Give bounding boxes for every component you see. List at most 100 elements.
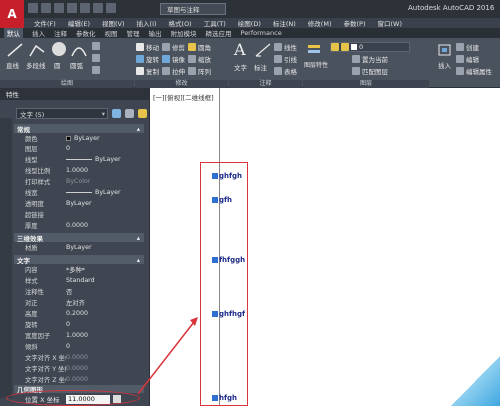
modify-panel-label[interactable]: 修改 (135, 80, 228, 88)
text-entity[interactable]: hfgh (212, 394, 237, 402)
palette-side-strip[interactable] (0, 118, 12, 398)
redo-icon[interactable] (106, 3, 116, 13)
match-layer-button[interactable]: 匹配图层 (352, 66, 388, 76)
prop-row-align-z[interactable]: 文字对齐 Z 坐标0.0000 (14, 375, 144, 384)
toggle-pickadd-icon[interactable] (112, 109, 121, 118)
rotate-button[interactable]: 旋转 (136, 54, 159, 64)
tab-view[interactable]: 视图 (105, 28, 118, 38)
prop-row-lineweight[interactable]: 线宽 ByLayer (14, 188, 144, 197)
save-icon[interactable] (54, 3, 64, 13)
menu-parametric[interactable]: 参数(P) (343, 18, 365, 28)
polyline-button[interactable]: 多段线 (26, 60, 46, 70)
menu-tools[interactable]: 工具(T) (204, 18, 226, 28)
circle-button[interactable]: 圆 (54, 60, 61, 70)
text-entity[interactable]: ghfgh (212, 172, 242, 180)
fillet-button[interactable]: 圆角 (188, 42, 211, 52)
prop-row-linetype[interactable]: 线型 ByLayer (14, 155, 144, 164)
copy-button[interactable]: 复制 (136, 66, 159, 76)
open-icon[interactable] (41, 3, 51, 13)
text-icon[interactable]: A (234, 40, 252, 59)
prop-row-plot-style[interactable]: 打印样式 ByColor (14, 177, 144, 186)
tab-insert[interactable]: 插入 (32, 28, 45, 38)
prop-row-layer[interactable]: 图层 0 (14, 144, 144, 153)
mirror-button[interactable]: 镜像 (162, 54, 185, 64)
text-button[interactable]: 文字 (234, 62, 247, 72)
insert-block-button[interactable]: 插入 (438, 60, 451, 70)
menu-file[interactable]: 文件(F) (34, 18, 56, 28)
make-current-button[interactable]: 置为当前 (352, 54, 388, 64)
tab-output[interactable]: 输出 (149, 28, 162, 38)
prop-row-annotative[interactable]: 注释性否 (14, 287, 144, 296)
tab-parametric[interactable]: 参数化 (76, 28, 96, 38)
line-button[interactable]: 直线 (6, 60, 19, 70)
drawing-canvas[interactable]: [一][俯视][二维线框] ghfgh gfh fhfggh ghfhgf hf… (150, 88, 500, 406)
grip-icon[interactable] (212, 257, 218, 263)
workspace-dropdown[interactable]: 草图与注释 (160, 3, 226, 15)
grip-icon[interactable] (212, 197, 218, 203)
tab-featured[interactable]: 精选应用 (206, 28, 232, 38)
select-objects-icon[interactable] (125, 109, 134, 118)
hatch-icon[interactable] (92, 54, 100, 62)
menu-dimension[interactable]: 标注(N) (273, 18, 296, 28)
prop-row-thickness[interactable]: 厚度 0.0000 (14, 221, 144, 230)
draw-extra-icon[interactable] (92, 42, 100, 50)
region-icon[interactable] (92, 66, 100, 74)
layer-dropdown[interactable]: 0 (330, 42, 410, 52)
quick-select-icon[interactable] (138, 109, 147, 118)
arc-icon[interactable] (70, 42, 88, 58)
menu-draw[interactable]: 绘图(D) (238, 18, 261, 28)
undo-icon[interactable] (93, 3, 103, 13)
prop-row-rotation[interactable]: 旋转 0 (14, 320, 144, 329)
scale-button[interactable]: 缩放 (188, 54, 211, 64)
arc-button[interactable]: 圆弧 (70, 60, 83, 70)
layer-properties-icon[interactable] (306, 42, 324, 58)
tab-addins[interactable]: 附加模块 (171, 28, 197, 38)
circle-icon[interactable] (50, 40, 68, 56)
tab-manage[interactable]: 管理 (127, 28, 140, 38)
text-entity[interactable]: ghfhgf (212, 310, 245, 318)
new-icon[interactable] (28, 3, 38, 13)
leader-button[interactable]: 引线 (274, 54, 297, 64)
prop-row-style[interactable]: 样式 Standard (14, 276, 144, 285)
prop-row-obliquing[interactable]: 倾斜 0 (14, 342, 144, 351)
prop-row-width-factor[interactable]: 宽度因子 1.0000 (14, 331, 144, 340)
array-button[interactable]: 阵列 (188, 66, 211, 76)
edit-block-button[interactable]: 编辑 (456, 54, 479, 64)
viewport-controls[interactable]: [一][俯视][二维线框] (153, 92, 214, 102)
move-button[interactable]: 移动 (136, 42, 159, 52)
prop-row-material[interactable]: 材质 ByLayer (14, 243, 144, 252)
prop-row-linetype-scale[interactable]: 线型比例 1.0000 (14, 166, 144, 175)
prop-row-hyperlink[interactable]: 超链接 (14, 210, 144, 219)
prop-row-transparency[interactable]: 透明度 ByLayer (14, 199, 144, 208)
polyline-icon[interactable] (28, 42, 46, 58)
insert-block-icon[interactable] (436, 42, 454, 58)
line-icon[interactable] (6, 42, 24, 58)
menu-view[interactable]: 视图(V) (102, 18, 125, 28)
prop-row-justify[interactable]: 对正 左对齐 (14, 298, 144, 307)
prop-row-contents[interactable]: 内容 *多种* (14, 265, 144, 274)
dimension-button[interactable]: 标注 (254, 62, 267, 72)
app-menu-button[interactable]: A (0, 0, 24, 28)
menu-window[interactable]: 窗口(W) (377, 18, 402, 28)
layers-panel-label[interactable]: 图层 (303, 80, 429, 88)
menu-edit[interactable]: 编辑(E) (68, 18, 90, 28)
dimension-icon[interactable] (254, 42, 272, 58)
prop-row-align-x[interactable]: 文字对齐 X 坐标0.0000 (14, 353, 144, 362)
layer-properties-button[interactable]: 图层特性 (304, 60, 328, 69)
grip-icon[interactable] (212, 173, 218, 179)
grip-icon[interactable] (212, 395, 218, 401)
text-entity[interactable]: fhfggh (212, 256, 245, 264)
table-button[interactable]: 表格 (274, 66, 297, 76)
trim-button[interactable]: 修剪 (162, 42, 185, 52)
section-3d-effects[interactable]: 三维效果 ▴ (14, 233, 144, 243)
menu-insert[interactable]: 插入(I) (137, 18, 157, 28)
edit-attribute-button[interactable]: 编辑属性 (456, 66, 492, 76)
menu-format[interactable]: 格式(O) (169, 18, 192, 28)
menu-modify[interactable]: 修改(M) (308, 18, 332, 28)
save-as-icon[interactable] (67, 3, 77, 13)
text-entity[interactable]: gfh (212, 196, 232, 204)
print-icon[interactable] (80, 3, 90, 13)
prop-row-align-y[interactable]: 文字对齐 Y 坐标0.0000 (14, 364, 144, 373)
grip-icon[interactable] (212, 311, 218, 317)
prop-row-color[interactable]: 颜色 ByLayer (14, 134, 144, 143)
